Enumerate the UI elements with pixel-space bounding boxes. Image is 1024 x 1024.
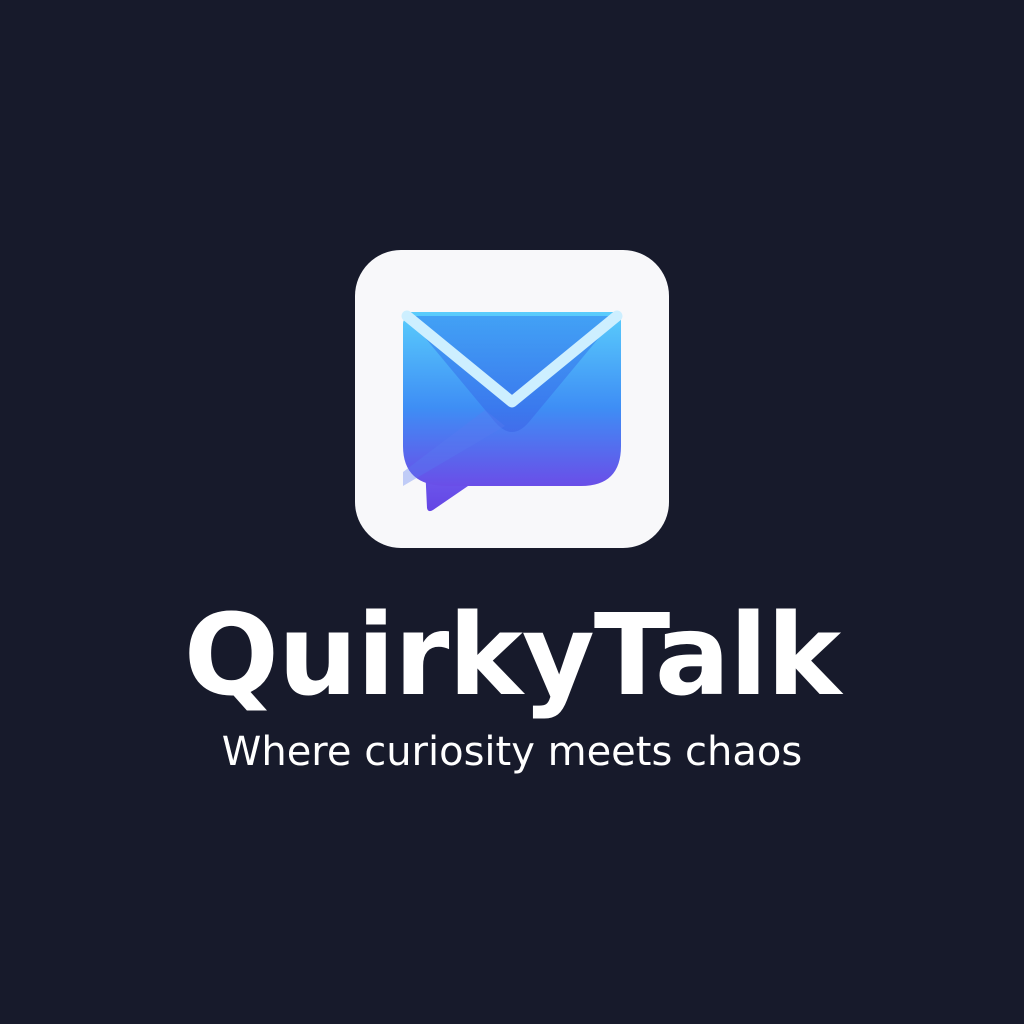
tagline: Where curiosity meets chaos [221,729,803,775]
app-name: QuirkyTalk [183,591,841,721]
splash-screen: QuirkyTalk Where curiosity meets chaos [0,0,1024,1024]
mail-chat-bubble-icon [401,310,623,512]
app-icon [355,250,669,548]
